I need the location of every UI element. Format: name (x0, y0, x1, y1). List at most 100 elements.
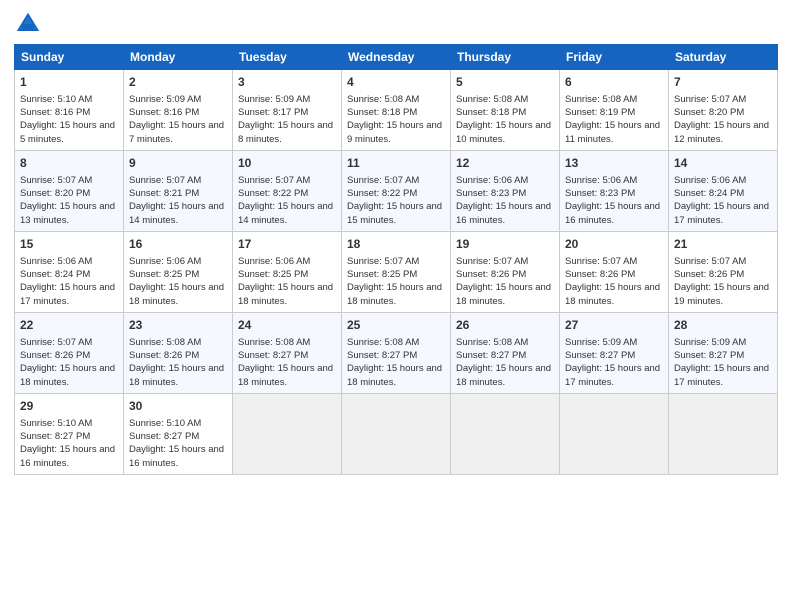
sunrise-label: Sunrise: 5:08 AM (456, 337, 528, 348)
day-number: 18 (347, 236, 445, 253)
daylight-label: Daylight: 15 hours and 16 minutes. (565, 201, 660, 225)
calendar-cell (233, 393, 342, 474)
sunset-label: Sunset: 8:24 PM (20, 269, 90, 280)
day-number: 11 (347, 155, 445, 172)
calendar-cell: 24 Sunrise: 5:08 AM Sunset: 8:27 PM Dayl… (233, 312, 342, 393)
calendar-cell: 26 Sunrise: 5:08 AM Sunset: 8:27 PM Dayl… (451, 312, 560, 393)
calendar-cell: 20 Sunrise: 5:07 AM Sunset: 8:26 PM Dayl… (560, 231, 669, 312)
sunset-label: Sunset: 8:23 PM (565, 188, 635, 199)
sunrise-label: Sunrise: 5:07 AM (674, 256, 746, 267)
header (14, 10, 778, 38)
calendar-cell (669, 393, 778, 474)
calendar-cell: 29 Sunrise: 5:10 AM Sunset: 8:27 PM Dayl… (15, 393, 124, 474)
calendar-row: 8 Sunrise: 5:07 AM Sunset: 8:20 PM Dayli… (15, 150, 778, 231)
day-number: 8 (20, 155, 118, 172)
sunrise-label: Sunrise: 5:07 AM (20, 175, 92, 186)
calendar-cell: 1 Sunrise: 5:10 AM Sunset: 8:16 PM Dayli… (15, 70, 124, 151)
sunrise-label: Sunrise: 5:08 AM (347, 94, 419, 105)
sunset-label: Sunset: 8:20 PM (674, 107, 744, 118)
day-number: 7 (674, 74, 772, 91)
daylight-label: Daylight: 15 hours and 18 minutes. (238, 363, 333, 387)
day-number: 2 (129, 74, 227, 91)
calendar-cell: 12 Sunrise: 5:06 AM Sunset: 8:23 PM Dayl… (451, 150, 560, 231)
sunrise-label: Sunrise: 5:08 AM (238, 337, 310, 348)
calendar-row: 1 Sunrise: 5:10 AM Sunset: 8:16 PM Dayli… (15, 70, 778, 151)
daylight-label: Daylight: 15 hours and 18 minutes. (456, 363, 551, 387)
logo-icon (14, 10, 42, 38)
calendar-cell: 23 Sunrise: 5:08 AM Sunset: 8:26 PM Dayl… (124, 312, 233, 393)
sunrise-label: Sunrise: 5:09 AM (238, 94, 310, 105)
sunset-label: Sunset: 8:21 PM (129, 188, 199, 199)
day-number: 23 (129, 317, 227, 334)
day-number: 5 (456, 74, 554, 91)
sunrise-label: Sunrise: 5:07 AM (565, 256, 637, 267)
calendar-cell: 10 Sunrise: 5:07 AM Sunset: 8:22 PM Dayl… (233, 150, 342, 231)
header-monday: Monday (124, 45, 233, 70)
sunset-label: Sunset: 8:19 PM (565, 107, 635, 118)
daylight-label: Daylight: 15 hours and 12 minutes. (674, 120, 769, 144)
sunset-label: Sunset: 8:26 PM (129, 350, 199, 361)
daylight-label: Daylight: 15 hours and 18 minutes. (129, 282, 224, 306)
daylight-label: Daylight: 15 hours and 5 minutes. (20, 120, 115, 144)
sunrise-label: Sunrise: 5:07 AM (347, 256, 419, 267)
daylight-label: Daylight: 15 hours and 14 minutes. (238, 201, 333, 225)
day-number: 28 (674, 317, 772, 334)
sunrise-label: Sunrise: 5:08 AM (129, 337, 201, 348)
calendar-table: Sunday Monday Tuesday Wednesday Thursday… (14, 44, 778, 475)
sunset-label: Sunset: 8:25 PM (238, 269, 308, 280)
calendar-cell: 4 Sunrise: 5:08 AM Sunset: 8:18 PM Dayli… (342, 70, 451, 151)
header-thursday: Thursday (451, 45, 560, 70)
day-number: 25 (347, 317, 445, 334)
calendar-cell: 7 Sunrise: 5:07 AM Sunset: 8:20 PM Dayli… (669, 70, 778, 151)
sunrise-label: Sunrise: 5:07 AM (674, 94, 746, 105)
sunrise-label: Sunrise: 5:09 AM (674, 337, 746, 348)
daylight-label: Daylight: 15 hours and 8 minutes. (238, 120, 333, 144)
sunset-label: Sunset: 8:25 PM (347, 269, 417, 280)
calendar-cell: 25 Sunrise: 5:08 AM Sunset: 8:27 PM Dayl… (342, 312, 451, 393)
header-wednesday: Wednesday (342, 45, 451, 70)
calendar-row: 29 Sunrise: 5:10 AM Sunset: 8:27 PM Dayl… (15, 393, 778, 474)
day-number: 22 (20, 317, 118, 334)
calendar-row: 22 Sunrise: 5:07 AM Sunset: 8:26 PM Dayl… (15, 312, 778, 393)
header-sunday: Sunday (15, 45, 124, 70)
sunset-label: Sunset: 8:20 PM (20, 188, 90, 199)
sunset-label: Sunset: 8:27 PM (347, 350, 417, 361)
sunrise-label: Sunrise: 5:07 AM (238, 175, 310, 186)
sunrise-label: Sunrise: 5:10 AM (20, 94, 92, 105)
daylight-label: Daylight: 15 hours and 18 minutes. (238, 282, 333, 306)
sunrise-label: Sunrise: 5:06 AM (674, 175, 746, 186)
day-number: 4 (347, 74, 445, 91)
daylight-label: Daylight: 15 hours and 18 minutes. (347, 363, 442, 387)
sunrise-label: Sunrise: 5:06 AM (456, 175, 528, 186)
sunset-label: Sunset: 8:26 PM (456, 269, 526, 280)
day-number: 26 (456, 317, 554, 334)
header-friday: Friday (560, 45, 669, 70)
daylight-label: Daylight: 15 hours and 19 minutes. (674, 282, 769, 306)
day-number: 9 (129, 155, 227, 172)
calendar-cell (451, 393, 560, 474)
calendar-cell: 11 Sunrise: 5:07 AM Sunset: 8:22 PM Dayl… (342, 150, 451, 231)
calendar-cell: 3 Sunrise: 5:09 AM Sunset: 8:17 PM Dayli… (233, 70, 342, 151)
calendar-cell: 28 Sunrise: 5:09 AM Sunset: 8:27 PM Dayl… (669, 312, 778, 393)
day-number: 27 (565, 317, 663, 334)
sunset-label: Sunset: 8:16 PM (129, 107, 199, 118)
day-number: 30 (129, 398, 227, 415)
sunrise-label: Sunrise: 5:07 AM (20, 337, 92, 348)
day-number: 3 (238, 74, 336, 91)
sunrise-label: Sunrise: 5:07 AM (129, 175, 201, 186)
sunrise-label: Sunrise: 5:06 AM (565, 175, 637, 186)
calendar-cell: 17 Sunrise: 5:06 AM Sunset: 8:25 PM Dayl… (233, 231, 342, 312)
calendar-cell: 8 Sunrise: 5:07 AM Sunset: 8:20 PM Dayli… (15, 150, 124, 231)
sunset-label: Sunset: 8:18 PM (347, 107, 417, 118)
sunrise-label: Sunrise: 5:07 AM (347, 175, 419, 186)
sunset-label: Sunset: 8:27 PM (238, 350, 308, 361)
calendar-cell: 18 Sunrise: 5:07 AM Sunset: 8:25 PM Dayl… (342, 231, 451, 312)
sunset-label: Sunset: 8:26 PM (565, 269, 635, 280)
daylight-label: Daylight: 15 hours and 18 minutes. (20, 363, 115, 387)
sunrise-label: Sunrise: 5:10 AM (129, 418, 201, 429)
daylight-label: Daylight: 15 hours and 17 minutes. (20, 282, 115, 306)
daylight-label: Daylight: 15 hours and 11 minutes. (565, 120, 660, 144)
day-number: 16 (129, 236, 227, 253)
day-number: 20 (565, 236, 663, 253)
calendar-cell: 6 Sunrise: 5:08 AM Sunset: 8:19 PM Dayli… (560, 70, 669, 151)
